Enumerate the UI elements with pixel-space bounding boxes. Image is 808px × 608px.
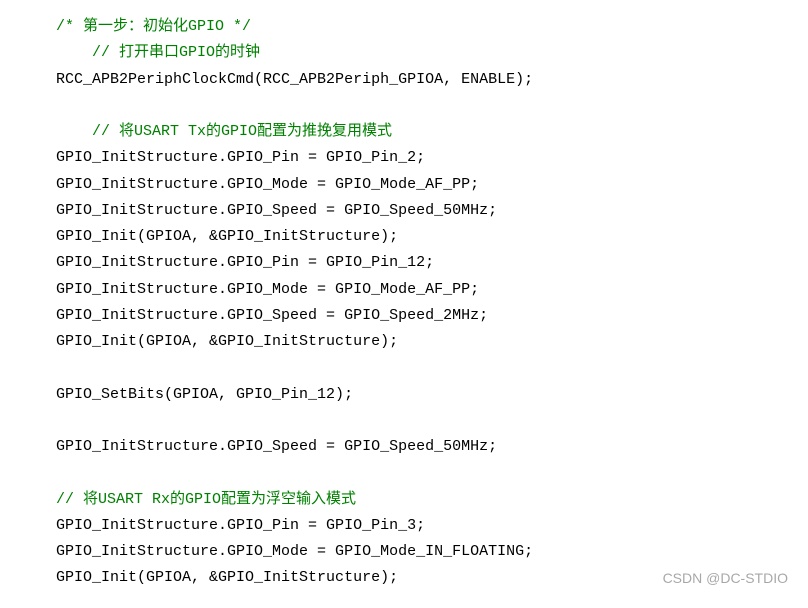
code-line: RCC_APB2PeriphClockCmd(RCC_APB2Periph_GP… [20, 67, 788, 93]
comment-text: /* 第一步：初始化GPIO */ [56, 18, 251, 35]
comment-text: // 将USART Rx的GPIO配置为浮空输入模式 [56, 491, 356, 508]
code-line: GPIO_InitStructure.GPIO_Mode = GPIO_Mode… [20, 277, 788, 303]
code-line: GPIO_InitStructure.GPIO_Speed = GPIO_Spe… [20, 434, 788, 460]
code-line: GPIO_InitStructure.GPIO_Mode = GPIO_Mode… [20, 539, 788, 565]
code-text: GPIO_InitStructure.GPIO_Speed = GPIO_Spe… [56, 438, 497, 455]
code-line: // 将USART Tx的GPIO配置为推挽复用模式 [20, 119, 788, 145]
comment-text: // 打开串口GPIO的时钟 [92, 44, 260, 61]
code-text: GPIO_InitStructure.GPIO_Mode = GPIO_Mode… [56, 176, 479, 193]
code-text: GPIO_Init(GPIOA, &GPIO_InitStructure); [56, 569, 398, 586]
code-text: GPIO_SetBits(GPIOA, GPIO_Pin_12); [56, 386, 353, 403]
code-line: // 打开串口GPIO的时钟 [20, 40, 788, 66]
code-line: // 将USART Rx的GPIO配置为浮空输入模式 [20, 487, 788, 513]
code-line: GPIO_InitStructure.GPIO_Speed = GPIO_Spe… [20, 303, 788, 329]
code-text: GPIO_Init(GPIOA, &GPIO_InitStructure); [56, 228, 398, 245]
code-line: GPIO_InitStructure.GPIO_Speed = GPIO_Spe… [20, 198, 788, 224]
code-text: GPIO_InitStructure.GPIO_Pin = GPIO_Pin_2… [56, 149, 425, 166]
code-text: GPIO_InitStructure.GPIO_Mode = GPIO_Mode… [56, 543, 533, 560]
code-line: GPIO_InitStructure.GPIO_Pin = GPIO_Pin_2… [20, 145, 788, 171]
code-line: /* 第一步：初始化GPIO */ [20, 14, 788, 40]
code-line: GPIO_SetBits(GPIOA, GPIO_Pin_12); [20, 382, 788, 408]
code-text: RCC_APB2PeriphClockCmd(RCC_APB2Periph_GP… [56, 71, 533, 88]
code-line: GPIO_InitStructure.GPIO_Mode = GPIO_Mode… [20, 172, 788, 198]
code-text: GPIO_InitStructure.GPIO_Speed = GPIO_Spe… [56, 307, 488, 324]
code-line: GPIO_InitStructure.GPIO_Pin = GPIO_Pin_1… [20, 250, 788, 276]
code-line [20, 408, 788, 434]
code-text: GPIO_Init(GPIOA, &GPIO_InitStructure); [56, 333, 398, 350]
code-text: GPIO_InitStructure.GPIO_Speed = GPIO_Spe… [56, 202, 497, 219]
code-line: GPIO_Init(GPIOA, &GPIO_InitStructure); [20, 224, 788, 250]
code-line: GPIO_Init(GPIOA, &GPIO_InitStructure); [20, 329, 788, 355]
code-block: /* 第一步：初始化GPIO */ // 打开串口GPIO的时钟 RCC_APB… [0, 0, 808, 606]
code-line [20, 460, 788, 486]
comment-text: // 将USART Tx的GPIO配置为推挽复用模式 [92, 123, 392, 140]
watermark-text: CSDN @DC-STDIO [663, 566, 788, 591]
code-line [20, 93, 788, 119]
code-text: GPIO_InitStructure.GPIO_Pin = GPIO_Pin_1… [56, 254, 434, 271]
code-text: GPIO_InitStructure.GPIO_Pin = GPIO_Pin_3… [56, 517, 425, 534]
code-text: GPIO_InitStructure.GPIO_Mode = GPIO_Mode… [56, 281, 479, 298]
code-line [20, 355, 788, 381]
code-line: GPIO_InitStructure.GPIO_Pin = GPIO_Pin_3… [20, 513, 788, 539]
